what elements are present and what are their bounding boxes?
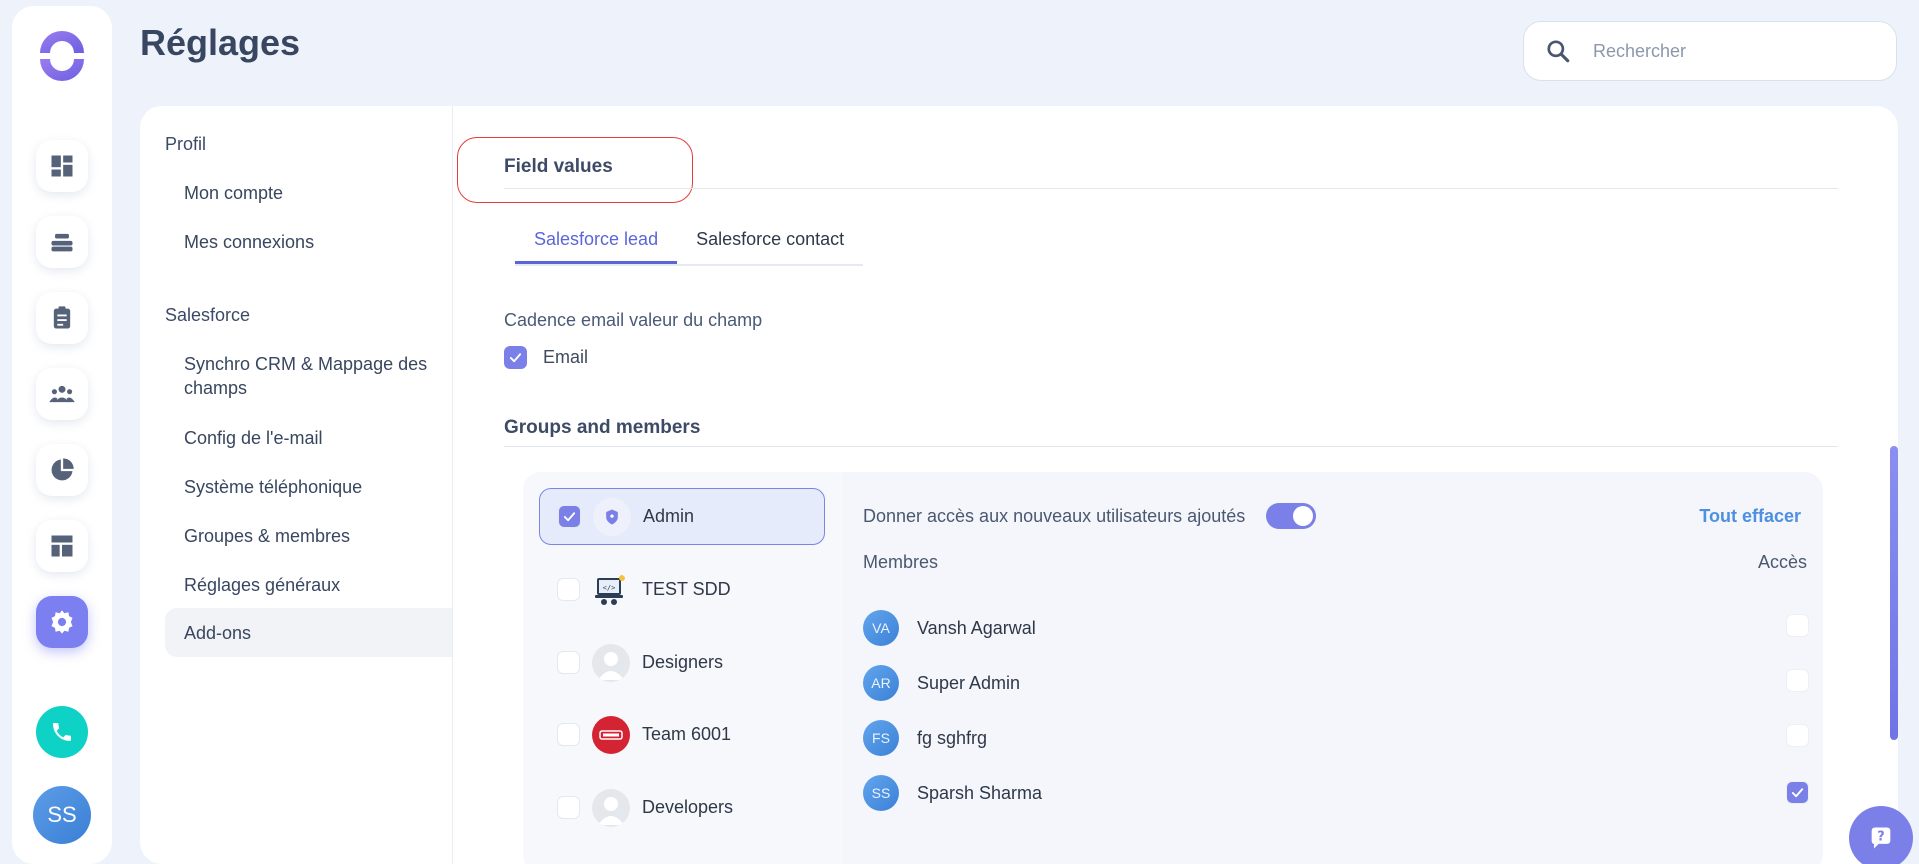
layout-icon[interactable]	[36, 520, 88, 572]
field-values-title: Field values	[504, 156, 613, 177]
nav-item-mes-connexions[interactable]: Mes connexions	[165, 230, 452, 254]
member-avatar: VA	[863, 610, 899, 646]
people-icon[interactable]	[36, 368, 88, 420]
clear-all-button[interactable]: Tout effacer	[1699, 506, 1801, 527]
group-checkbox[interactable]	[557, 651, 580, 674]
access-header: Accès	[1757, 552, 1807, 572]
member-row: FS fg sghfrg	[863, 718, 1809, 758]
salesforce-tabs: Salesforce lead Salesforce contact	[515, 220, 864, 266]
search-icon	[1547, 40, 1570, 63]
scrollbar[interactable]	[1890, 446, 1898, 740]
help-icon: ?	[1871, 827, 1891, 849]
nav-item-add-ons[interactable]: Add-ons	[165, 608, 452, 657]
group-name: TEST SDD	[642, 579, 731, 599]
nav-item-groupes-membres[interactable]: Groupes & membres	[165, 524, 452, 548]
member-name: Super Admin	[917, 672, 1021, 693]
groups-members-panel: Admin </> TEST SDD Designers Team 6001 D…	[523, 472, 1823, 864]
groups-title: Groups and members	[504, 417, 701, 438]
cadence-label: Cadence email valeur du champ	[504, 310, 763, 330]
tab-salesforce-lead[interactable]: Salesforce lead	[515, 220, 678, 264]
member-avatar: AR	[863, 665, 899, 701]
nav-section-profil: Profil	[165, 134, 207, 154]
clipboard-icon[interactable]	[36, 292, 88, 344]
laptop-icon: </>	[592, 571, 630, 609]
tab-salesforce-contact[interactable]: Salesforce contact	[677, 220, 863, 264]
group-name: Admin	[643, 506, 695, 526]
content-area: Field values Salesforce lead Salesforce …	[453, 106, 1898, 864]
member-access-checkbox[interactable]	[1786, 724, 1809, 747]
email-option[interactable]: Email	[504, 346, 588, 369]
email-label: Email	[543, 347, 589, 367]
member-name: fg sghfrg	[917, 727, 988, 748]
group-checkbox[interactable]	[558, 505, 581, 528]
search-bar[interactable]	[1523, 21, 1897, 81]
help-chat-button[interactable]: ?	[1849, 806, 1913, 864]
user-placeholder-icon	[592, 643, 630, 682]
group-row-admin[interactable]: Admin	[539, 488, 825, 545]
member-access-checkbox[interactable]	[1786, 781, 1809, 804]
email-checkbox[interactable]	[504, 346, 527, 369]
group-checkbox[interactable]	[557, 796, 580, 819]
divider	[504, 446, 1838, 447]
group-name: Team 6001	[642, 724, 732, 744]
team-badge-icon	[592, 715, 630, 754]
svg-text:</>: </>	[603, 584, 616, 592]
check-icon	[509, 353, 522, 363]
pie-chart-icon[interactable]	[36, 444, 88, 496]
group-row-test-sdd[interactable]: </> TEST SDD	[539, 561, 825, 618]
nav-item-reglages-generaux[interactable]: Réglages généraux	[165, 573, 452, 597]
phone-call-button[interactable]	[36, 706, 88, 758]
settings-nav: Profil Mon compte Mes connexions Salesfo…	[140, 106, 453, 864]
divider	[504, 188, 1838, 189]
stack-icon[interactable]	[36, 216, 88, 268]
group-name: Developers	[642, 797, 734, 817]
dashboard-icon[interactable]	[36, 140, 88, 192]
settings-gear-icon[interactable]	[36, 596, 88, 648]
member-avatar: FS	[863, 720, 899, 756]
nav-item-synchro-crm[interactable]: Synchro CRM & Mappage des champs	[165, 352, 435, 400]
member-name: Vansh Agarwal	[917, 617, 1036, 638]
nav-section-salesforce: Salesforce	[165, 305, 251, 325]
member-access-checkbox[interactable]	[1786, 614, 1809, 637]
members-header: Membres	[863, 552, 939, 572]
group-row-team-6001[interactable]: Team 6001	[539, 706, 825, 763]
svg-text:?: ?	[1877, 829, 1884, 844]
check-icon	[1791, 788, 1804, 798]
member-avatar: SS	[863, 775, 899, 811]
member-row: VA Vansh Agarwal	[863, 608, 1809, 648]
member-row: AR Super Admin	[863, 663, 1809, 703]
search-input[interactable]	[1593, 40, 1873, 62]
nav-item-systeme-telephonique[interactable]: Système téléphonique	[165, 475, 452, 499]
member-name: Sparsh Sharma	[917, 782, 1043, 803]
members-section: Donner accès aux nouveaux utilisateurs a…	[843, 472, 1823, 864]
group-row-designers[interactable]: Designers	[539, 634, 825, 691]
left-rail: SS	[12, 6, 112, 864]
groups-list: Admin </> TEST SDD Designers Team 6001 D…	[523, 472, 843, 864]
user-placeholder-icon	[592, 788, 630, 827]
page-title: Réglages	[140, 22, 301, 63]
member-access-checkbox[interactable]	[1786, 669, 1809, 692]
shield-icon	[593, 497, 631, 536]
user-avatar[interactable]: SS	[33, 786, 91, 844]
new-users-access-toggle[interactable]	[1266, 503, 1316, 529]
group-checkbox[interactable]	[557, 578, 580, 601]
nav-item-config-email[interactable]: Config de l'e-mail	[165, 426, 452, 450]
settings-card: Profil Mon compte Mes connexions Salesfo…	[140, 106, 1898, 864]
app-logo-icon[interactable]	[36, 30, 88, 82]
nav-item-mon-compte[interactable]: Mon compte	[165, 181, 452, 205]
new-users-access-label: Donner accès aux nouveaux utilisateurs a…	[863, 506, 1246, 526]
group-row-developers[interactable]: Developers	[539, 779, 825, 836]
member-row: SS Sparsh Sharma	[863, 773, 1809, 813]
group-name: Designers	[642, 652, 724, 672]
check-icon	[563, 512, 576, 522]
group-checkbox[interactable]	[557, 723, 580, 746]
